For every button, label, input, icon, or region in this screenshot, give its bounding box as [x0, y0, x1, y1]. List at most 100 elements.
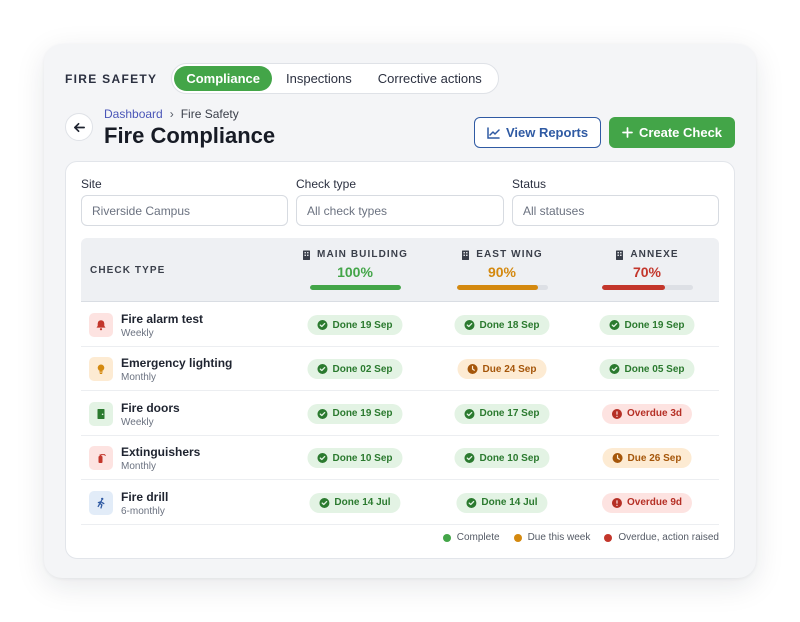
legend-dot — [513, 533, 522, 542]
status-badge[interactable]: Done 05 Sep — [599, 359, 695, 380]
status-badge[interactable]: Done 19 Sep — [599, 315, 695, 335]
alert-circle-icon — [611, 408, 622, 419]
breadcrumb-separator: › — [169, 107, 174, 121]
status-badge[interactable]: Due 26 Sep — [602, 448, 692, 469]
status-badge-text: Done 18 Sep — [479, 319, 540, 331]
status-badge[interactable]: Done 17 Sep — [454, 403, 550, 424]
tab-corrective-actions[interactable]: Corrective actions — [366, 66, 494, 91]
check-type-frequency: Weekly — [121, 328, 154, 339]
column-progress-bar — [309, 285, 401, 290]
check-circle-icon — [466, 497, 477, 508]
plus-icon — [622, 127, 633, 138]
check-type-select[interactable]: All check types — [296, 195, 504, 226]
tab-inspections[interactable]: Inspections — [274, 66, 364, 91]
column-progress-bar — [601, 285, 693, 290]
table-row[interactable]: Emergency lighting Monthly Done 02 Sep Due … — [81, 347, 719, 392]
status-badge[interactable]: Overdue 9d — [601, 492, 693, 513]
status-badge-text: Done 19 Sep — [624, 319, 685, 331]
create-check-button[interactable]: Create Check — [609, 117, 735, 148]
column-progress-fill — [309, 285, 401, 290]
create-check-label: Create Check — [638, 125, 723, 140]
check-circle-icon — [317, 320, 328, 330]
legend-item-complete: Complete — [442, 532, 500, 543]
legend-label: Due this week — [527, 532, 591, 543]
status-filter: Status All statuses — [512, 177, 719, 226]
column-progress-bar — [456, 285, 548, 290]
status-badge[interactable]: Done 19 Sep — [307, 315, 403, 335]
site-select[interactable]: Riverside Campus — [81, 195, 288, 226]
status-badge[interactable]: Done 10 Sep — [454, 448, 550, 469]
status-badge-text: Due 24 Sep — [482, 363, 537, 375]
table-row[interactable]: Fire doors Weekly Done 19 Sep Done 17 Sep Ov… — [81, 392, 719, 436]
table-row[interactable]: Extinguishers Monthly Done 10 Sep Done 10 S… — [81, 436, 719, 481]
column-name-text: MAIN BUILDING — [317, 249, 408, 260]
app-window: FIRE SAFETY Compliance Inspections Corre… — [44, 44, 756, 578]
check-circle-icon — [609, 364, 620, 375]
view-reports-button[interactable]: View Reports — [474, 117, 601, 148]
legend-item-overdue: Overdue, action raised — [604, 532, 719, 543]
status-badge-text: Overdue 3d — [626, 408, 683, 420]
door-icon — [89, 401, 113, 426]
column-header-main-building: MAIN BUILDING 100% — [303, 249, 408, 290]
page-title: Fire Compliance — [104, 123, 276, 148]
extinguisher-icon — [89, 446, 113, 471]
table-row[interactable]: Fire drill 6-monthly Done 14 Jul Done 14 Ju… — [81, 481, 719, 525]
status-badge[interactable]: Done 19 Sep — [307, 403, 403, 424]
site-filter-label: Site — [81, 177, 102, 191]
status-badge-text: Done 14 Jul — [481, 497, 538, 509]
running-person-icon — [89, 490, 113, 515]
check-type-name: Fire drill — [121, 489, 169, 504]
check-type-filter: Check type All check types — [296, 177, 504, 226]
check-type-name: Fire alarm test — [121, 312, 204, 326]
clock-icon — [467, 364, 478, 375]
check-circle-icon — [464, 453, 475, 464]
check-circle-icon — [464, 408, 475, 419]
table-row[interactable]: Fire alarm test Weekly Done 19 Sep Done 18 … — [81, 303, 719, 347]
status-badge-text: Due 26 Sep — [627, 452, 682, 464]
column-percent: 100% — [337, 264, 373, 280]
legend-dot — [442, 533, 451, 542]
status-badge-text: Done 10 Sep — [332, 452, 393, 464]
building-icon — [616, 250, 624, 260]
column-name: ANNEXE — [615, 249, 678, 260]
status-badge-text: Done 05 Sep — [624, 363, 685, 375]
arrow-left-icon — [73, 122, 85, 132]
view-reports-label: View Reports — [505, 125, 589, 140]
breadcrumb-current: Fire Safety — [180, 107, 239, 121]
check-circle-icon — [319, 497, 330, 508]
check-circle-icon — [317, 453, 328, 464]
status-select[interactable]: All statuses — [512, 195, 719, 226]
site-filter: Site Riverside Campus — [81, 177, 288, 226]
brand-label: FIRE SAFETY — [65, 71, 158, 86]
compliance-card: Site Riverside Campus Check type All che… — [65, 161, 735, 559]
legend-label: Overdue, action raised — [618, 532, 719, 543]
column-header-annexe: ANNEXE 70% — [597, 249, 697, 290]
status-badge[interactable]: Overdue 3d — [601, 403, 693, 424]
status-badge-text: Overdue 9d — [626, 497, 683, 509]
building-icon — [462, 250, 470, 260]
status-badge[interactable]: Done 18 Sep — [454, 315, 550, 335]
status-badge-text: Done 17 Sep — [479, 408, 540, 420]
table-header: CHECK TYPE MAIN BUILDING 100% EAST WING 90%… — [81, 238, 719, 302]
check-circle-icon — [609, 320, 620, 330]
status-badge-text: Done 10 Sep — [479, 452, 540, 464]
check-type-name: Emergency lighting — [121, 356, 233, 371]
status-badge[interactable]: Done 14 Jul — [309, 492, 401, 513]
column-progress-fill — [601, 285, 666, 290]
bell-icon — [89, 313, 113, 337]
status-badge-text: Done 14 Jul — [334, 497, 391, 509]
check-type-frequency: 6-monthly — [121, 505, 165, 517]
top-bar: FIRE SAFETY Compliance Inspections Corre… — [65, 63, 499, 94]
status-badge[interactable]: Due 24 Sep — [457, 359, 547, 380]
check-type-frequency: Monthly — [121, 372, 157, 384]
status-badge-text: Done 19 Sep — [332, 408, 393, 420]
breadcrumb-dashboard-link[interactable]: Dashboard — [104, 107, 163, 121]
status-badge[interactable]: Done 02 Sep — [307, 359, 403, 380]
column-percent: 70% — [632, 264, 662, 280]
status-badge[interactable]: Done 14 Jul — [456, 492, 548, 513]
status-badge-text: Done 19 Sep — [332, 319, 393, 331]
tab-compliance[interactable]: Compliance — [174, 66, 272, 91]
status-badge[interactable]: Done 10 Sep — [307, 448, 403, 469]
legend-dot — [604, 533, 613, 542]
back-button[interactable] — [65, 113, 93, 141]
